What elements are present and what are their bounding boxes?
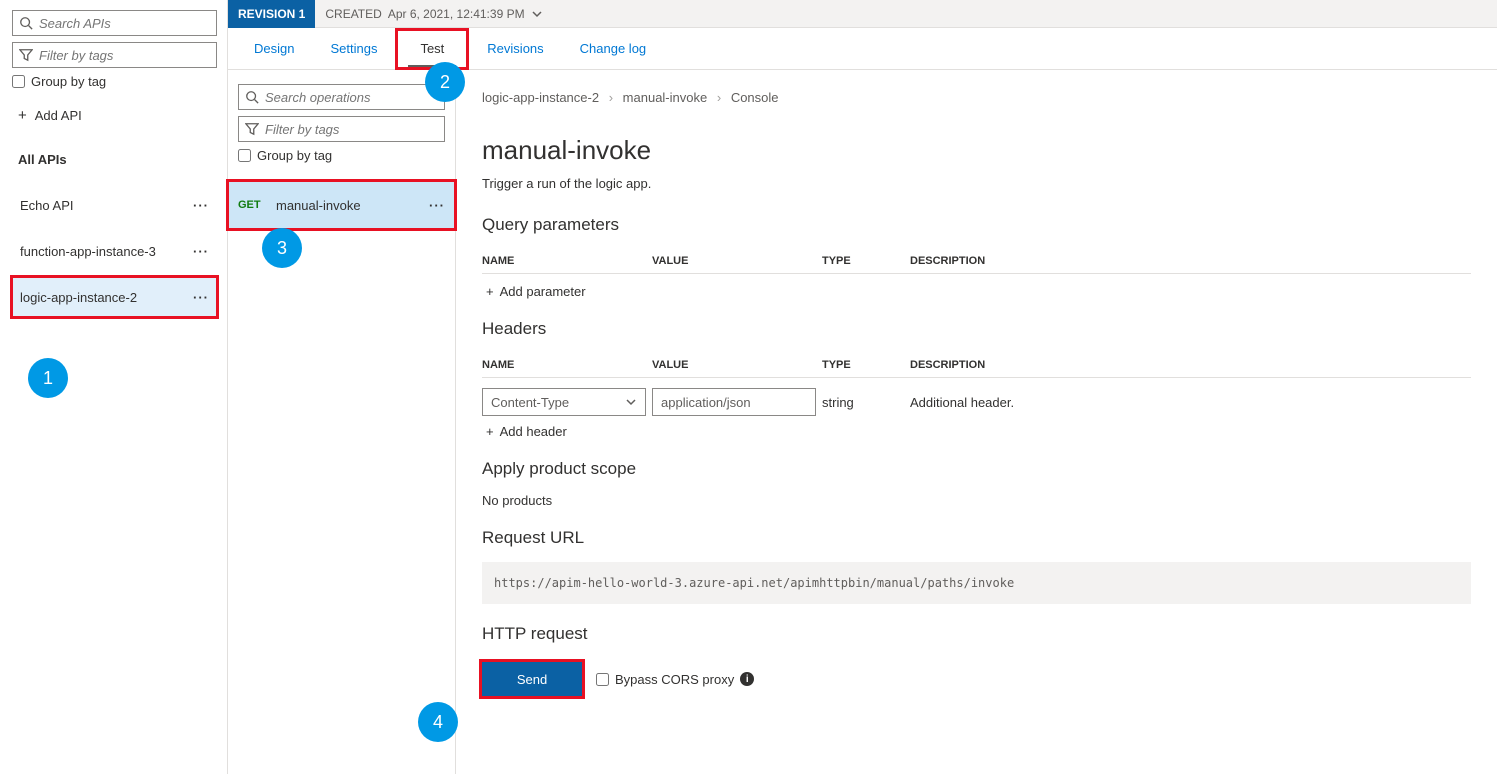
callout-4: 4 (418, 702, 458, 742)
tab-revisions[interactable]: Revisions (469, 28, 561, 70)
group-by-tag-apis[interactable]: Group by tag (12, 74, 217, 89)
more-icon[interactable]: ··· (193, 198, 209, 213)
revision-created-label: CREATED (325, 7, 381, 21)
breadcrumb-console: Console (731, 90, 779, 105)
add-header-label: Add header (500, 424, 567, 439)
api-item-function-app-label: function-app-instance-3 (20, 244, 156, 259)
callout-3: 3 (262, 228, 302, 268)
col-type: TYPE (822, 359, 910, 371)
plus-icon: + (18, 107, 27, 124)
tab-settings[interactable]: Settings (312, 28, 395, 70)
header-row: Content-Type application/json string Add… (482, 388, 1471, 416)
add-parameter-button[interactable]: + Add parameter (486, 284, 1471, 299)
group-by-tag-apis-checkbox[interactable] (12, 75, 25, 88)
header-name-value: Content-Type (491, 395, 569, 410)
test-console: logic-app-instance-2 › manual-invoke › C… (456, 70, 1497, 774)
api-item-logic-app[interactable]: logic-app-instance-2 ··· (12, 277, 217, 317)
revision-created-value: Apr 6, 2021, 12:41:39 PM (388, 7, 525, 21)
search-icon (245, 90, 259, 104)
http-request-heading: HTTP request (482, 624, 1471, 644)
col-description: DESCRIPTION (910, 255, 1471, 267)
bypass-cors-checkbox[interactable] (596, 673, 609, 686)
filter-icon (245, 122, 259, 136)
group-by-tag-ops[interactable]: Group by tag (238, 148, 445, 163)
operation-description: Trigger a run of the logic app. (482, 176, 1471, 191)
page-title: manual-invoke (482, 135, 1471, 166)
callout-2: 2 (425, 62, 465, 102)
request-url-box[interactable]: https://apim-hello-world-3.azure-api.net… (482, 562, 1471, 604)
add-parameter-label: Add parameter (500, 284, 586, 299)
callout-1: 1 (28, 358, 68, 398)
chevron-down-icon (531, 8, 543, 20)
header-type: string (822, 395, 910, 410)
info-icon[interactable]: i (740, 672, 754, 686)
group-by-tag-ops-checkbox[interactable] (238, 149, 251, 162)
plus-icon: + (486, 284, 494, 299)
api-item-echo[interactable]: Echo API ··· (12, 185, 217, 225)
tab-design[interactable]: Design (236, 28, 312, 70)
api-item-logic-app-label: logic-app-instance-2 (20, 290, 137, 305)
header-description: Additional header. (910, 395, 1471, 410)
request-url-heading: Request URL (482, 528, 1471, 548)
col-name: NAME (482, 255, 652, 267)
add-api-button[interactable]: + Add API (12, 107, 217, 124)
revision-created[interactable]: CREATED Apr 6, 2021, 12:41:39 PM (315, 7, 542, 21)
breadcrumb-operation[interactable]: manual-invoke (623, 90, 708, 105)
revision-badge[interactable]: REVISION 1 (228, 0, 315, 28)
operation-verb: GET (238, 199, 270, 211)
revision-bar: REVISION 1 CREATED Apr 6, 2021, 12:41:39… (228, 0, 1497, 28)
breadcrumb: logic-app-instance-2 › manual-invoke › C… (482, 90, 1471, 105)
tab-row: Design Settings Test Revisions Change lo… (228, 28, 1497, 70)
all-apis-heading[interactable]: All APIs (12, 152, 217, 167)
no-products-text: No products (482, 493, 1471, 508)
search-apis-box[interactable] (12, 10, 217, 36)
filter-apis-input[interactable] (33, 48, 217, 63)
search-operations-input[interactable] (259, 90, 443, 105)
chevron-down-icon (625, 396, 637, 408)
headers-heading: Headers (482, 319, 1471, 339)
search-operations-box[interactable] (238, 84, 445, 110)
tab-changelog[interactable]: Change log (562, 28, 665, 70)
col-type: TYPE (822, 255, 910, 267)
api-item-function-app[interactable]: function-app-instance-3 ··· (12, 231, 217, 271)
operation-item-manual-invoke[interactable]: GET manual-invoke ··· (228, 181, 455, 229)
group-by-tag-ops-label: Group by tag (257, 148, 332, 163)
col-name: NAME (482, 359, 652, 371)
query-parameters-heading: Query parameters (482, 215, 1471, 235)
filter-icon (19, 48, 33, 62)
bypass-cors-option[interactable]: Bypass CORS proxy i (596, 672, 754, 687)
send-button[interactable]: Send (482, 662, 582, 696)
tab-test[interactable]: Test (395, 28, 469, 70)
more-icon[interactable]: ··· (193, 244, 209, 259)
filter-apis-box[interactable] (12, 42, 217, 68)
headers-header: NAME VALUE TYPE DESCRIPTION (482, 353, 1471, 378)
bypass-cors-label: Bypass CORS proxy (615, 672, 734, 687)
query-params-header: NAME VALUE TYPE DESCRIPTION (482, 249, 1471, 274)
col-value: VALUE (652, 255, 822, 267)
group-by-tag-apis-label: Group by tag (31, 74, 106, 89)
header-value: application/json (661, 395, 751, 410)
api-item-echo-label: Echo API (20, 198, 73, 213)
operation-name: manual-invoke (270, 198, 429, 213)
col-value: VALUE (652, 359, 822, 371)
operations-pane: Group by tag GET manual-invoke ··· (228, 70, 456, 774)
add-header-button[interactable]: + Add header (486, 424, 1471, 439)
filter-operations-input[interactable] (259, 122, 443, 137)
header-name-select[interactable]: Content-Type (482, 388, 646, 416)
col-description: DESCRIPTION (910, 359, 1471, 371)
header-ослеvalue-input[interactable]: application/json (652, 388, 816, 416)
breadcrumb-api[interactable]: logic-app-instance-2 (482, 90, 599, 105)
apply-product-scope-heading: Apply product scope (482, 459, 1471, 479)
filter-operations-box[interactable] (238, 116, 445, 142)
more-icon[interactable]: ··· (429, 198, 445, 213)
add-api-label: Add API (35, 108, 82, 123)
search-apis-input[interactable] (33, 16, 217, 31)
more-icon[interactable]: ··· (193, 290, 209, 305)
plus-icon: + (486, 424, 494, 439)
search-icon (19, 16, 33, 30)
